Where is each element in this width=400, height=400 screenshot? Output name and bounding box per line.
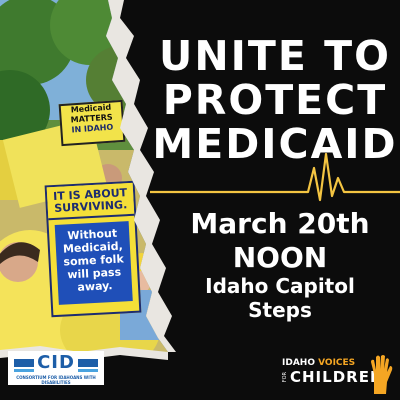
raised-hand-icon — [371, 355, 393, 394]
event-place-line1: Idaho Capitol — [205, 274, 355, 298]
headline: UNITE TO PROTECT MEDICAID — [150, 34, 400, 166]
cid-logo-subtitle: CONSORTIUM FOR IDAHOANS WITH DISABILITIE… — [16, 375, 96, 385]
event-details: March 20th NOON Idaho Capitol Steps — [160, 207, 400, 323]
headline-line-1: UNITE TO — [159, 32, 391, 80]
heartbeat-line-icon — [150, 152, 400, 202]
event-place-line2: Steps — [248, 298, 312, 322]
medicaid-rally-poster: Medicaid MATTERS IN IDAHO IT IS ABOUT SU… — [0, 0, 400, 400]
event-time: NOON — [232, 241, 328, 274]
headline-line-2: PROTECT — [162, 76, 388, 124]
event-date: March 20th — [190, 207, 370, 240]
idaho-voices-for-children-logo: IDAHO VOICES FOR CHILDREN — [276, 354, 396, 396]
ivc-logo-for: FOR — [282, 372, 288, 383]
ivc-logo-voices: VOICES — [318, 358, 356, 368]
cid-logo-name: CID — [34, 352, 78, 373]
cid-logo: CID CONSORTIUM FOR IDAHOANS WITH DISABIL… — [8, 351, 104, 385]
ivc-logo-idaho: IDAHO — [282, 358, 315, 368]
